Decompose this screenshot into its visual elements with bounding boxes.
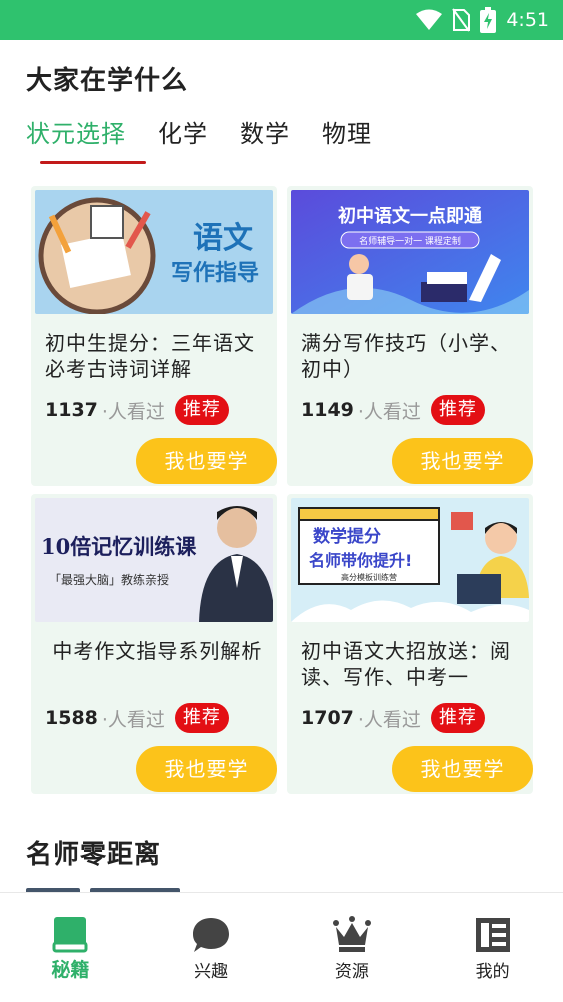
learn-button[interactable]: 我也要学 — [392, 746, 533, 792]
profile-list-icon — [475, 918, 510, 952]
view-count: 1137 — [45, 399, 98, 421]
view-stats: 1137 ·人看过 推荐 — [45, 394, 229, 426]
thumb-text-1: 10倍记忆训练课 — [41, 534, 197, 559]
recommend-badge: 推荐 — [430, 395, 485, 425]
chat-bubble-icon — [193, 918, 230, 952]
status-bar: 4:51 — [0, 0, 563, 40]
thumb-text-2: 名师带你提升! — [309, 551, 412, 570]
section-title-learning: 大家在学什么 — [26, 66, 189, 96]
thumb-text-1: 语文 — [193, 221, 253, 256]
course-card[interactable]: 数学提分 名师带你提升! 高分模板训练营 初中语文大招放送：阅读、写作、中考一 … — [287, 494, 533, 794]
view-count: 1707 — [301, 707, 354, 729]
thumb-text-2: 「最强大脑」教练亲授 — [49, 572, 169, 587]
course-thumbnail: 数学提分 名师带你提升! 高分模板训练营 — [291, 498, 529, 622]
course-thumbnail: 初中语文一点即通 名师辅导一对一 课程定制 — [291, 190, 529, 314]
recommend-badge: 推荐 — [174, 395, 229, 425]
section-title-teachers: 名师零距离 — [26, 840, 162, 870]
tab-chemistry[interactable]: 化学 — [158, 114, 208, 154]
tab-top-choice[interactable]: 状元选择 — [26, 114, 126, 154]
bottom-nav: 秘籍 兴趣 资源 我的 — [0, 892, 563, 1002]
course-card[interactable]: 10倍记忆训练课 「最强大脑」教练亲授 中考作文指导系列解析 1588 ·人看过… — [31, 494, 277, 794]
course-title: 中考作文指导系列解析 — [45, 639, 263, 663]
view-count-label: ·人看过 — [357, 708, 421, 731]
nav-label: 我的 — [475, 962, 510, 982]
tab-physics[interactable]: 物理 — [322, 114, 372, 154]
thumb-text-1: 初中语文一点即通 — [338, 205, 482, 227]
learn-button[interactable]: 我也要学 — [136, 438, 277, 484]
course-card[interactable]: 语文 写作指导 初中生提分：三年语文必考古诗词详解 1137 ·人看过 推荐 我… — [31, 186, 277, 486]
view-count-label: ·人看过 — [101, 400, 165, 423]
wifi-icon — [416, 9, 443, 30]
course-title: 满分写作技巧（小学、初中） — [301, 331, 511, 381]
view-count: 1149 — [301, 399, 354, 421]
crown-icon — [332, 916, 371, 952]
course-thumbnail: 10倍记忆训练课 「最强大脑」教练亲授 — [35, 498, 273, 622]
thumb-text-2: 写作指导 — [171, 261, 259, 286]
learn-button[interactable]: 我也要学 — [136, 746, 277, 792]
no-sim-icon — [452, 8, 471, 32]
view-stats: 1149 ·人看过 推荐 — [301, 394, 485, 426]
nav-item-secrets[interactable]: 秘籍 — [0, 893, 141, 1002]
view-count-label: ·人看过 — [101, 708, 165, 731]
nav-label: 秘籍 — [51, 959, 90, 981]
category-tabs: 状元选择 化学 数学 物理 — [26, 114, 404, 168]
view-count-label: ·人看过 — [357, 400, 421, 423]
recommend-badge: 推荐 — [174, 703, 229, 733]
status-time: 4:51 — [506, 9, 549, 31]
tab-math[interactable]: 数学 — [240, 114, 290, 154]
status-icons: 4:51 — [416, 6, 549, 34]
course-card[interactable]: 初中语文一点即通 名师辅导一对一 课程定制 满分写作技巧（小学、初中） 1149… — [287, 186, 533, 486]
active-tab-indicator — [40, 161, 146, 164]
battery-charging-icon — [480, 7, 497, 33]
nav-item-interest[interactable]: 兴趣 — [141, 893, 282, 1002]
nav-label: 资源 — [334, 962, 369, 982]
recommend-badge: 推荐 — [430, 703, 485, 733]
view-stats: 1588 ·人看过 推荐 — [45, 702, 229, 734]
nav-label: 兴趣 — [194, 962, 229, 982]
thumb-text-1: 数学提分 — [313, 526, 381, 547]
course-title: 初中语文大招放送：阅读、写作、中考一 — [301, 639, 511, 689]
nav-item-resources[interactable]: 资源 — [282, 893, 423, 1002]
thumb-text-3: 高分模板训练营 — [341, 572, 397, 582]
nav-item-mine[interactable]: 我的 — [422, 893, 563, 1002]
view-stats: 1707 ·人看过 推荐 — [301, 702, 485, 734]
thumb-text-2: 名师辅导一对一 课程定制 — [359, 235, 461, 247]
course-title: 初中生提分：三年语文必考古诗词详解 — [45, 331, 255, 381]
course-thumbnail: 语文 写作指导 — [35, 190, 273, 314]
learn-button[interactable]: 我也要学 — [392, 438, 533, 484]
book-icon — [52, 917, 88, 953]
view-count: 1588 — [45, 707, 98, 729]
